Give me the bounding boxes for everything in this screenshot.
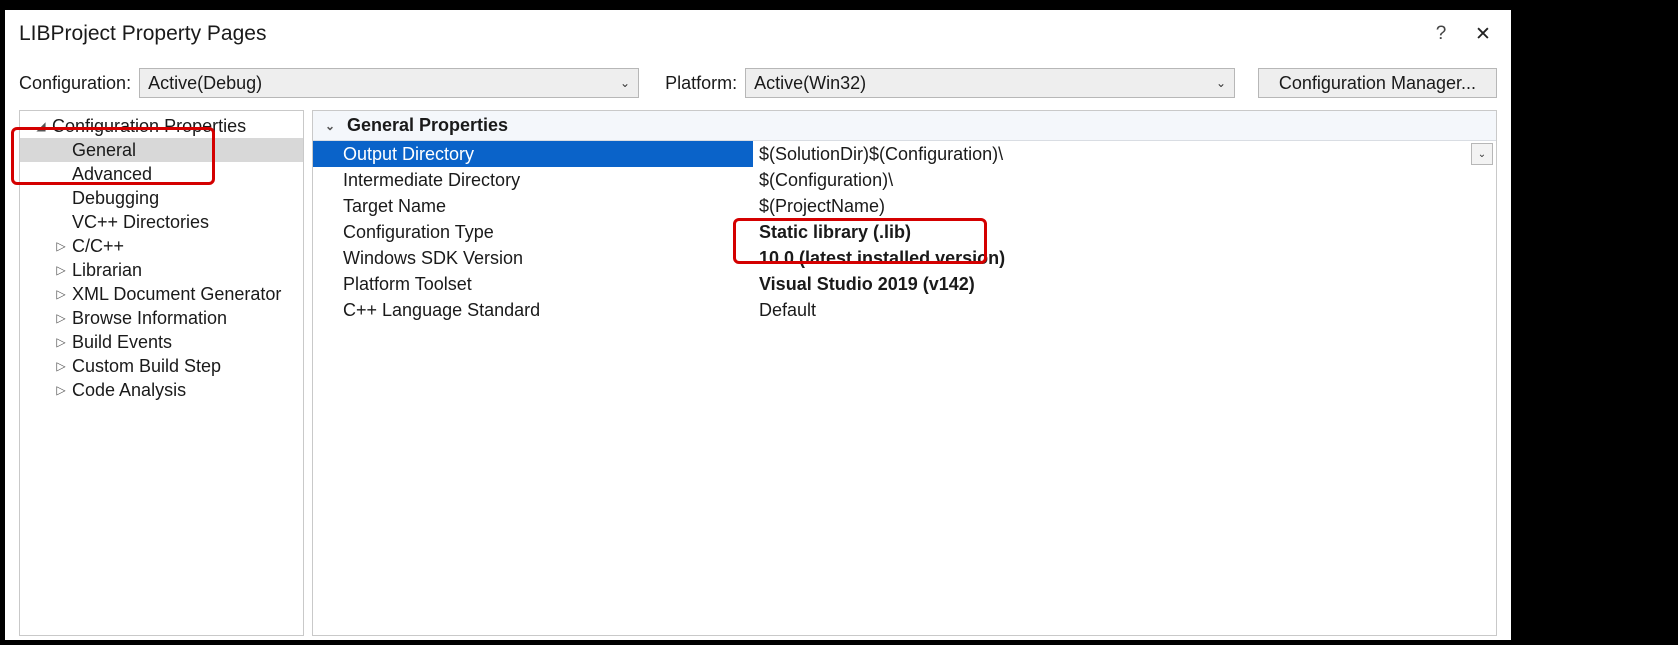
- triangle-right-icon: ▷: [54, 311, 68, 325]
- chevron-down-icon: ⌄: [325, 119, 341, 133]
- property-name: Configuration Type: [313, 219, 753, 245]
- property-name: Platform Toolset: [313, 271, 753, 297]
- tree-root-label: Configuration Properties: [52, 116, 246, 137]
- tree-item[interactable]: ▷ Build Events: [20, 330, 303, 354]
- tree-item-label: VC++ Directories: [72, 212, 209, 233]
- property-value[interactable]: $(ProjectName): [753, 193, 1496, 219]
- property-row[interactable]: Output Directory$(SolutionDir)$(Configur…: [313, 141, 1496, 167]
- property-value[interactable]: Default: [753, 297, 1496, 323]
- property-name: C++ Language Standard: [313, 297, 753, 323]
- property-pages-window: LIBProject Property Pages ? ✕ Configurat…: [5, 10, 1511, 640]
- property-value[interactable]: Visual Studio 2019 (v142): [753, 271, 1496, 297]
- tree-item[interactable]: ▷ C/C++: [20, 234, 303, 258]
- property-row[interactable]: C++ Language StandardDefault: [313, 297, 1496, 323]
- tree-item-label: General: [72, 140, 136, 161]
- property-value[interactable]: 10.0 (latest installed version): [753, 245, 1496, 271]
- triangle-right-icon: ▷: [54, 359, 68, 373]
- tree-pane[interactable]: ◢ Configuration Properties General Advanc…: [19, 110, 304, 636]
- tree-item-label: Build Events: [72, 332, 172, 353]
- tree-item-label: Librarian: [72, 260, 142, 281]
- configuration-label: Configuration:: [19, 73, 131, 94]
- property-row[interactable]: Windows SDK Version10.0 (latest installe…: [313, 245, 1496, 271]
- triangle-right-icon: ▷: [54, 239, 68, 253]
- platform-label: Platform:: [665, 73, 737, 94]
- close-button[interactable]: ✕: [1461, 23, 1511, 46]
- titlebar: LIBProject Property Pages ? ✕: [5, 10, 1511, 58]
- property-value[interactable]: $(Configuration)\: [753, 167, 1496, 193]
- chevron-down-icon: ⌄: [620, 76, 630, 90]
- configuration-manager-label: Configuration Manager...: [1279, 73, 1476, 94]
- triangle-right-icon: ▷: [54, 263, 68, 277]
- property-group-title: General Properties: [347, 115, 508, 136]
- property-name: Intermediate Directory: [313, 167, 753, 193]
- tree-item[interactable]: Debugging: [20, 186, 303, 210]
- chevron-down-icon[interactable]: ⌄: [1471, 143, 1493, 165]
- tree-item-label: Debugging: [72, 188, 159, 209]
- platform-value: Active(Win32): [754, 73, 866, 94]
- triangle-right-icon: ▷: [54, 335, 68, 349]
- top-controls: Configuration: Active(Debug) ⌄ Platform:…: [5, 58, 1511, 104]
- tree-item-label: Browse Information: [72, 308, 227, 329]
- configuration-combo[interactable]: Active(Debug) ⌄: [139, 68, 639, 98]
- chevron-down-icon: ⌄: [1216, 76, 1226, 90]
- property-value[interactable]: Static library (.lib): [753, 219, 1496, 245]
- tree-item-label: Advanced: [72, 164, 152, 185]
- tree-item[interactable]: ▷ XML Document Generator: [20, 282, 303, 306]
- property-row[interactable]: Intermediate Directory$(Configuration)\: [313, 167, 1496, 193]
- tree-item-label: Custom Build Step: [72, 356, 221, 377]
- property-grid[interactable]: ⌄ General Properties Output Directory$(S…: [312, 110, 1497, 636]
- property-name: Windows SDK Version: [313, 245, 753, 271]
- triangle-down-icon: ◢: [34, 119, 48, 133]
- tree-item[interactable]: ▷ Librarian: [20, 258, 303, 282]
- help-button[interactable]: ?: [1421, 23, 1461, 45]
- property-group-header[interactable]: ⌄ General Properties: [313, 111, 1496, 141]
- tree-item-label: Code Analysis: [72, 380, 186, 401]
- tree-item[interactable]: General: [20, 138, 303, 162]
- property-name: Output Directory: [313, 141, 753, 167]
- property-row[interactable]: Platform ToolsetVisual Studio 2019 (v142…: [313, 271, 1496, 297]
- tree-root[interactable]: ◢ Configuration Properties: [20, 114, 303, 138]
- tree-item[interactable]: Advanced: [20, 162, 303, 186]
- property-value[interactable]: $(SolutionDir)$(Configuration)\: [753, 141, 1471, 167]
- tree-item-label: XML Document Generator: [72, 284, 281, 305]
- property-name: Target Name: [313, 193, 753, 219]
- configuration-manager-button[interactable]: Configuration Manager...: [1258, 68, 1497, 98]
- property-row[interactable]: Configuration TypeStatic library (.lib): [313, 219, 1496, 245]
- tree-item[interactable]: ▷ Code Analysis: [20, 378, 303, 402]
- configuration-value: Active(Debug): [148, 73, 262, 94]
- tree-item[interactable]: ▷ Browse Information: [20, 306, 303, 330]
- window-title: LIBProject Property Pages: [19, 22, 1421, 46]
- tree-item-label: C/C++: [72, 236, 124, 257]
- property-row[interactable]: Target Name$(ProjectName): [313, 193, 1496, 219]
- platform-combo[interactable]: Active(Win32) ⌄: [745, 68, 1235, 98]
- panes: ◢ Configuration Properties General Advanc…: [5, 104, 1511, 636]
- triangle-right-icon: ▷: [54, 287, 68, 301]
- triangle-right-icon: ▷: [54, 383, 68, 397]
- tree-item[interactable]: ▷ Custom Build Step: [20, 354, 303, 378]
- tree-item[interactable]: VC++ Directories: [20, 210, 303, 234]
